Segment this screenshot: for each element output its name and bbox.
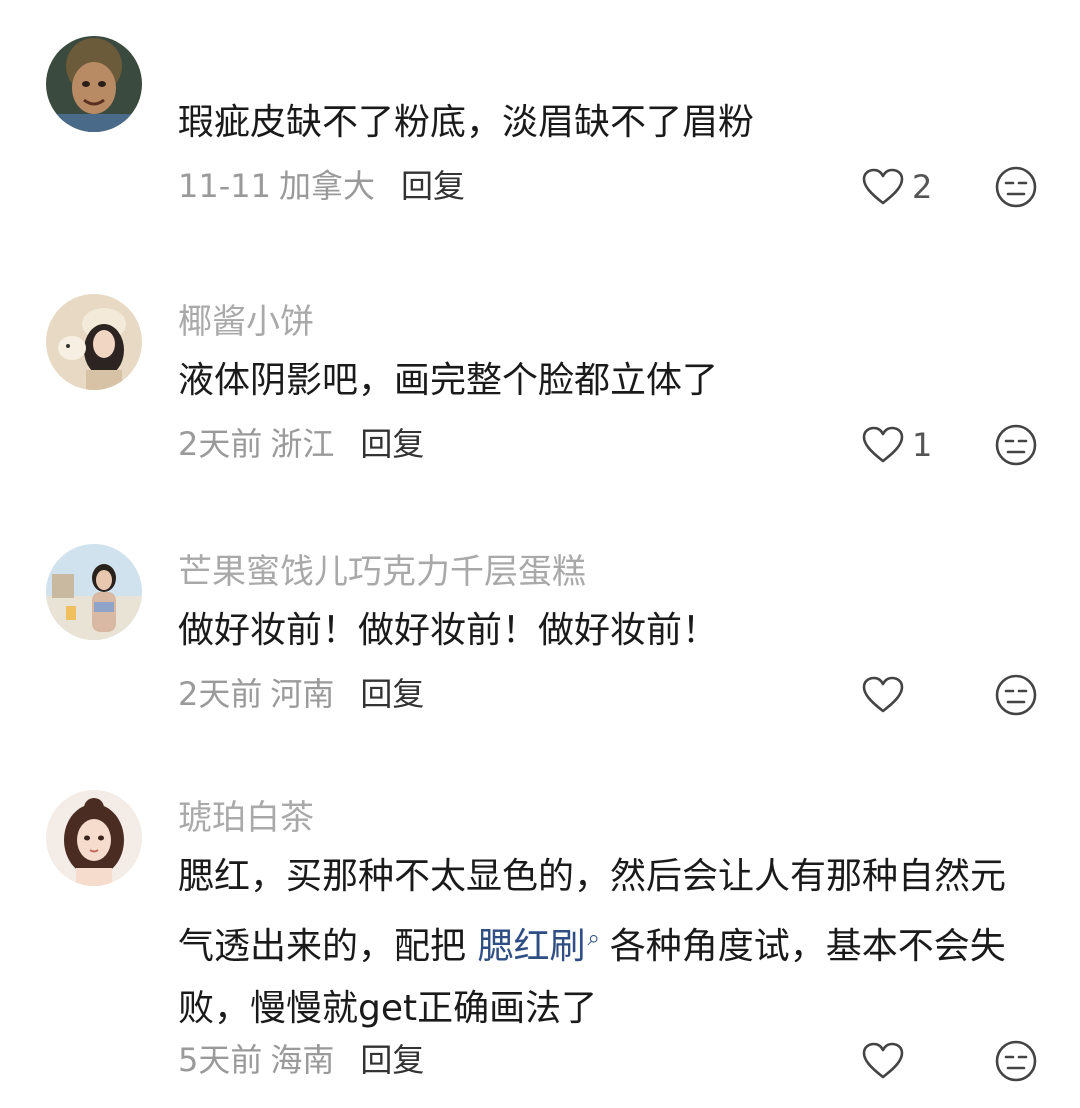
- comment-meta: 11-11 加拿大 回复: [178, 166, 465, 206]
- comment-text: 做好妆前！做好妆前！做好妆前！: [178, 610, 719, 651]
- comment-region: 加拿大: [278, 167, 375, 205]
- username[interactable]: 椰酱小饼: [178, 302, 314, 342]
- reply-button[interactable]: 回复: [401, 167, 465, 205]
- like-button[interactable]: 2: [862, 163, 942, 211]
- like-button[interactable]: [862, 671, 942, 719]
- username[interactable]: 芒果蜜饯儿巧克力千层蛋糕: [178, 552, 586, 592]
- like-count: 2: [912, 168, 933, 206]
- comment-actions: 1: [862, 421, 1038, 469]
- comment-region: 河南: [270, 675, 335, 713]
- heart-outline-icon: [862, 426, 904, 463]
- comment-text: 液体阴影吧，画完整个脸都立体了: [178, 360, 719, 401]
- comment-region: 海南: [270, 1041, 335, 1079]
- comment-date: 2天前: [178, 675, 263, 713]
- avatar[interactable]: [46, 544, 142, 640]
- avatar[interactable]: [46, 790, 142, 886]
- reply-button[interactable]: 回复: [360, 675, 424, 713]
- comment-actions: 2: [862, 163, 1038, 211]
- reply-button[interactable]: 回复: [360, 425, 424, 463]
- comment-text: 瑕疵皮缺不了粉底，淡眉缺不了眉粉: [178, 102, 755, 143]
- like-count: 1: [912, 426, 933, 464]
- neutral-face-icon: [995, 424, 1037, 466]
- comment-meta: 5天前 海南 回复: [178, 1040, 424, 1080]
- heart-outline-icon: [862, 676, 904, 713]
- comment-date: 11-11: [178, 167, 271, 205]
- comment-date: 5天前: [178, 1041, 263, 1079]
- comment-meta: 2天前 河南 回复: [178, 674, 424, 714]
- avatar[interactable]: [46, 36, 142, 132]
- comment-actions: [862, 1037, 1038, 1085]
- heart-outline-icon: [862, 1042, 904, 1079]
- emoji-reaction-button[interactable]: [994, 673, 1038, 717]
- search-icon: ⌕: [587, 926, 600, 951]
- emoji-reaction-button[interactable]: [994, 1039, 1038, 1083]
- avatar[interactable]: [46, 294, 142, 390]
- like-button[interactable]: [862, 1037, 942, 1085]
- like-button[interactable]: 1: [862, 421, 942, 469]
- neutral-face-icon: [995, 1040, 1037, 1082]
- keyword-link[interactable]: 腮红刷: [477, 926, 585, 967]
- neutral-face-icon: [995, 166, 1037, 208]
- emoji-reaction-button[interactable]: [994, 423, 1038, 467]
- reply-button[interactable]: 回复: [360, 1041, 424, 1079]
- comment-meta: 2天前 浙江 回复: [178, 424, 424, 464]
- emoji-reaction-button[interactable]: [994, 165, 1038, 209]
- comment-date: 2天前: [178, 425, 263, 463]
- comment-actions: [862, 671, 1038, 719]
- heart-outline-icon: [862, 168, 904, 205]
- comment-text: 腮红，买那种不太显色的，然后会让人有那种自然元气透出来的，配把 腮红刷⌕ 各种角度…: [178, 846, 1038, 1040]
- comment-region: 浙江: [270, 425, 335, 463]
- neutral-face-icon: [995, 674, 1037, 716]
- username[interactable]: 琥珀白茶: [178, 798, 314, 838]
